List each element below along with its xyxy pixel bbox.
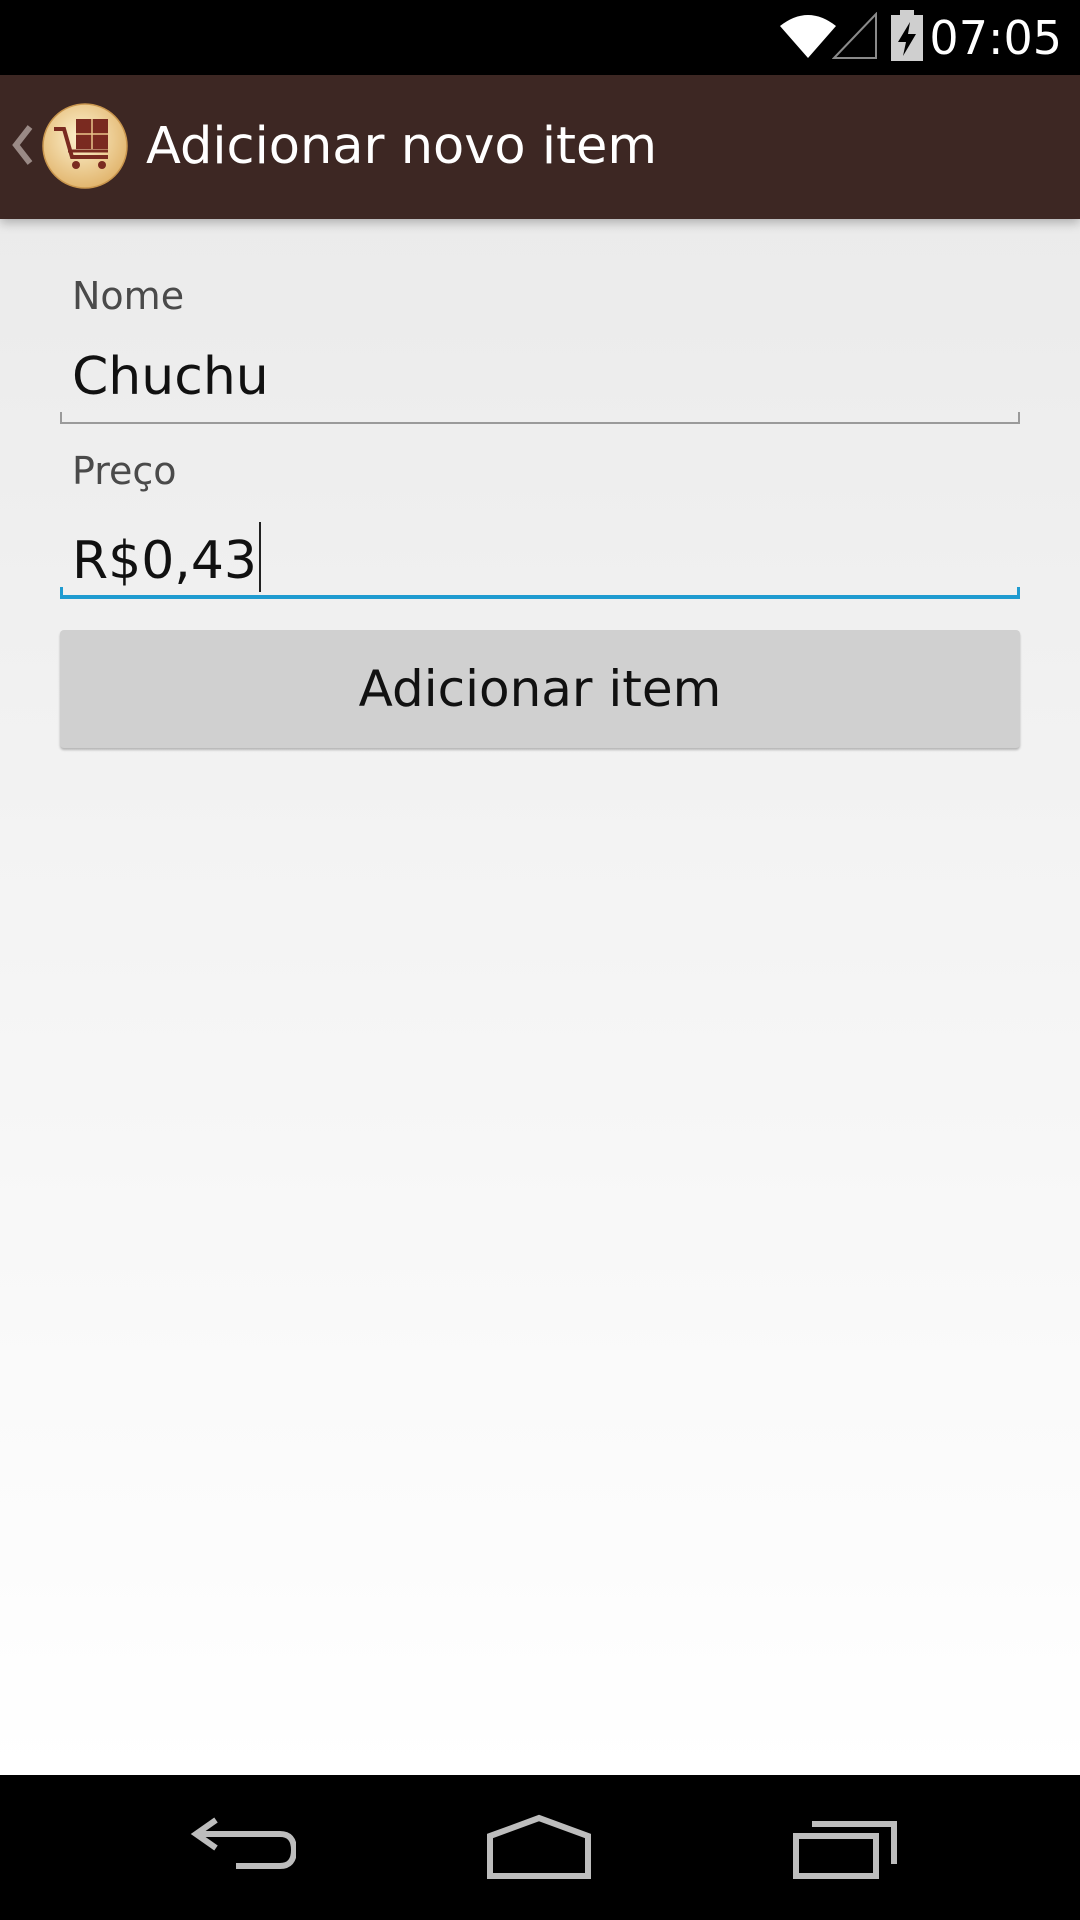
nome-underline (60, 412, 1020, 424)
navigation-bar (0, 1775, 1080, 1920)
back-icon[interactable] (186, 1810, 296, 1885)
preco-underline (60, 587, 1020, 599)
preco-label: Preço (72, 449, 177, 493)
page-title: Adicionar novo item (146, 117, 658, 176)
back-caret-icon[interactable] (10, 115, 34, 175)
status-clock: 07:05 (929, 11, 1062, 65)
text-cursor (259, 522, 261, 592)
recents-icon[interactable] (790, 1810, 900, 1885)
preco-value-wrap: R$0,43 (72, 522, 261, 592)
status-bar: 07:05 (0, 0, 1080, 75)
nome-field[interactable]: Chuchu (60, 329, 1020, 424)
preco-value: R$0,43 (72, 531, 257, 591)
nome-value: Chuchu (72, 347, 269, 407)
signal-icon (832, 12, 877, 59)
shopping-cart-calculator-icon[interactable] (42, 103, 128, 189)
add-item-form: Nome Chuchu Preço R$0,43 Adicionar item (0, 219, 1080, 1775)
home-icon[interactable] (484, 1810, 594, 1885)
nome-label: Nome (72, 274, 185, 318)
action-bar: Adicionar novo item (0, 75, 1080, 219)
battery-charging-icon (891, 10, 923, 61)
wifi-icon (780, 15, 836, 58)
preco-field[interactable]: R$0,43 (60, 504, 1020, 599)
add-item-button[interactable]: Adicionar item (60, 630, 1020, 748)
